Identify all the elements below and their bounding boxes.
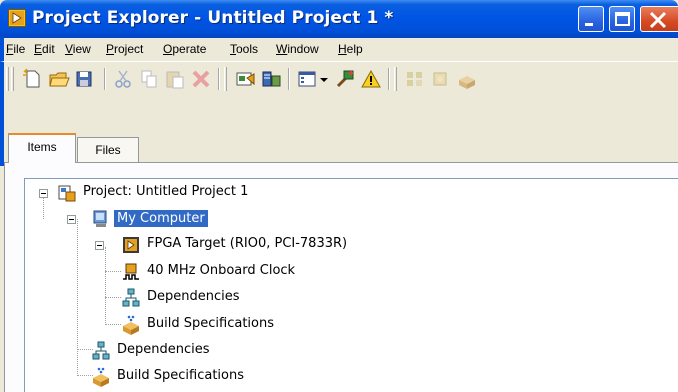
- project-tree[interactable]: Project: Untitled Project 1 My Computer …: [24, 178, 678, 392]
- tree-connector: [105, 271, 121, 272]
- toolbar: [0, 61, 678, 96]
- copy-icon[interactable]: [138, 68, 160, 90]
- menu-window-accel: W: [276, 42, 288, 56]
- expand-toggle-my-computer[interactable]: [67, 215, 76, 224]
- menu-view-accel: V: [65, 42, 73, 56]
- menu-help-rest: elp: [346, 42, 363, 56]
- toolbar-separator: [218, 68, 220, 90]
- save-all-icon[interactable]: [74, 68, 96, 90]
- tree-label-fpga-target: FPGA Target (RIO0, PCI-7833R): [147, 236, 348, 251]
- tree-label-my-computer: My Computer: [114, 210, 208, 227]
- toolbar-grip[interactable]: [6, 67, 9, 91]
- tree-label-project: Project: Untitled Project 1: [83, 184, 249, 199]
- menu-edit-accel: E: [34, 42, 43, 56]
- menu-tools[interactable]: Tools: [230, 42, 258, 56]
- build-specifications-icon: [91, 367, 111, 387]
- tree-label-onboard-clock: 40 MHz Onboard Clock: [147, 263, 296, 278]
- delete-icon[interactable]: [190, 68, 212, 90]
- menu-bar: File Edit View Project Operate Tools Win…: [0, 38, 678, 61]
- menu-window-rest: indow: [287, 42, 319, 56]
- disabled-component-icon[interactable]: [430, 68, 452, 90]
- tab-strip: Items Files: [0, 96, 678, 166]
- tree-label-fpga-dependencies: Dependencies: [147, 289, 240, 304]
- menu-operate[interactable]: Operate: [163, 42, 206, 56]
- tab-items[interactable]: Items: [8, 133, 76, 163]
- paste-icon[interactable]: [164, 68, 186, 90]
- tree-connector: [77, 219, 78, 376]
- open-folder-icon[interactable]: [48, 68, 70, 90]
- disabled-package-icon[interactable]: [456, 68, 478, 90]
- build-specifications-icon: [121, 315, 141, 335]
- expand-toggle-project[interactable]: [39, 189, 48, 198]
- window-title: Project Explorer - Untitled Project 1 *: [32, 8, 394, 28]
- minimize-button[interactable]: [578, 6, 604, 32]
- menu-file[interactable]: File: [6, 42, 25, 56]
- menu-operate-rest: perate: [172, 42, 207, 56]
- project-icon: [57, 183, 77, 203]
- menu-window[interactable]: Window: [276, 42, 319, 56]
- menu-edit-rest: dit: [42, 42, 55, 56]
- tree-connector: [105, 297, 121, 298]
- menu-project-accel: P: [106, 42, 115, 56]
- toolbar-separator: [288, 68, 290, 90]
- menu-tools-rest: ools: [236, 42, 259, 56]
- tree-connector: [105, 247, 106, 325]
- menu-file-rest: ile: [13, 42, 26, 56]
- tree-label-dependencies: Dependencies: [117, 342, 210, 357]
- toolbar-separator: [104, 68, 106, 90]
- menu-view[interactable]: View: [65, 42, 91, 56]
- deploy-icon[interactable]: [334, 68, 356, 90]
- warning-icon[interactable]: [360, 68, 382, 90]
- tab-files-label: Files: [95, 143, 121, 157]
- toolbar-separator: [388, 68, 390, 90]
- menu-edit[interactable]: Edit: [34, 42, 55, 56]
- tree-connector: [105, 324, 121, 325]
- build-spec-icon[interactable]: [260, 68, 282, 90]
- close-button[interactable]: [640, 6, 678, 32]
- tab-files[interactable]: Files: [77, 137, 139, 162]
- clock-icon: [121, 262, 141, 282]
- disabled-tool-icon[interactable]: [404, 68, 426, 90]
- menu-project-rest: roject: [114, 42, 144, 56]
- menu-view-rest: iew: [72, 42, 91, 56]
- fpga-target-icon: [121, 235, 141, 255]
- tree-label-build-specifications: Build Specifications: [117, 368, 245, 383]
- menu-project[interactable]: Project: [106, 42, 143, 56]
- build-icon[interactable]: [234, 68, 256, 90]
- dropdown-arrow-icon[interactable]: [318, 68, 330, 90]
- tree-connector: [43, 195, 44, 219]
- title-bar[interactable]: Project Explorer - Untitled Project 1 *: [0, 0, 678, 38]
- menu-operate-accel: O: [163, 42, 173, 56]
- view-options-icon[interactable]: [296, 68, 318, 90]
- maximize-button[interactable]: [609, 6, 635, 32]
- toolbar-grip[interactable]: [224, 67, 227, 91]
- expand-toggle-fpga-target[interactable]: [95, 241, 104, 250]
- computer-icon: [91, 209, 111, 229]
- dependencies-icon: [91, 341, 111, 361]
- toolbar-grip[interactable]: [11, 67, 14, 91]
- new-icon[interactable]: [22, 68, 44, 90]
- toolbar-grip[interactable]: [394, 67, 397, 91]
- menu-help[interactable]: Help: [338, 42, 363, 56]
- tree-label-fpga-build-specifications: Build Specifications: [147, 316, 275, 331]
- labview-app-icon: [8, 9, 26, 27]
- cut-icon[interactable]: [112, 68, 134, 90]
- dependencies-icon: [121, 288, 141, 308]
- menu-help-accel: H: [338, 42, 347, 56]
- tab-items-label: Items: [27, 140, 57, 154]
